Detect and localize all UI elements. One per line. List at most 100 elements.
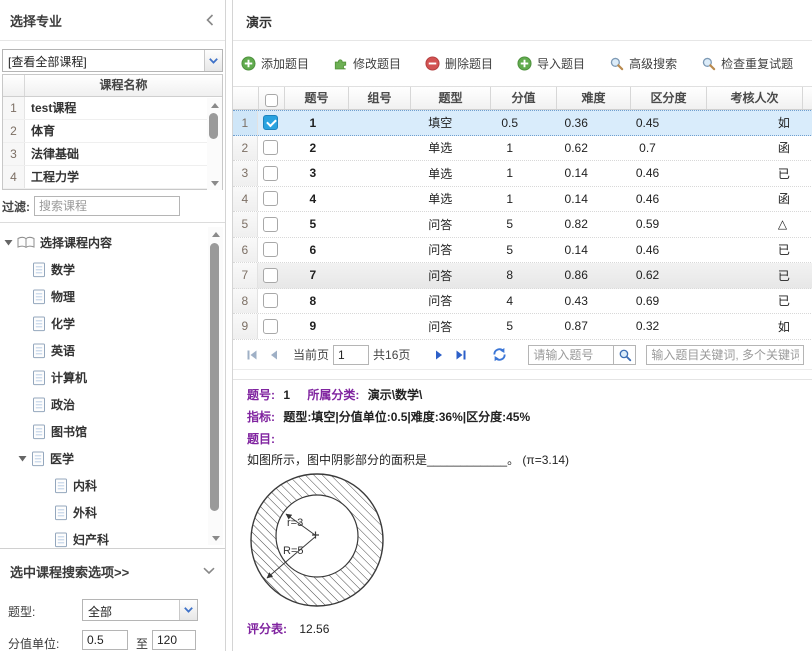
row-checkbox[interactable] (263, 242, 278, 257)
column-header-assess-count[interactable]: 考核人次 (707, 87, 803, 109)
table-row[interactable]: 9 9 问答 5 0.87 0.32 如 (233, 314, 812, 340)
column-header-score[interactable]: 分值 (491, 87, 557, 109)
page-icon (54, 532, 68, 548)
column-header-group[interactable]: 组号 (349, 87, 411, 109)
row-checkbox[interactable] (263, 166, 278, 181)
page-icon (54, 505, 68, 521)
chevron-down-icon[interactable] (179, 600, 197, 620)
row-checkbox[interactable] (263, 319, 278, 334)
table-row[interactable]: 6 6 问答 5 0.14 0.46 已 (233, 238, 812, 264)
prev-page-button[interactable] (263, 344, 285, 366)
outer-radius-label: R=5 (283, 545, 304, 557)
table-row[interactable]: 5 5 问答 5 0.82 0.59 △ (233, 212, 812, 238)
tab-title: 演示 (246, 12, 272, 31)
question-id-search-input[interactable] (528, 345, 614, 365)
delete-question-button[interactable]: 删除题目 (425, 55, 493, 72)
import-question-button[interactable]: 导入题目 (517, 55, 585, 72)
question-number-value: 1 (283, 388, 290, 402)
scrollbar-thumb[interactable] (209, 113, 218, 139)
row-checkbox[interactable] (263, 191, 278, 206)
row-checkbox[interactable] (263, 268, 278, 283)
scroll-down-icon[interactable] (208, 531, 223, 545)
first-page-button[interactable] (241, 344, 263, 366)
tree-item-surgery[interactable]: 外科 (0, 499, 200, 526)
course-row[interactable]: 1 test课程 (3, 97, 222, 120)
tree-item-library[interactable]: 图书馆 (0, 418, 200, 445)
course-name: test课程 (25, 97, 222, 119)
course-list-header[interactable]: 课程名称 (3, 75, 222, 97)
last-page-button[interactable] (450, 344, 472, 366)
tree-scrollbar[interactable] (208, 227, 223, 545)
search-button[interactable] (614, 345, 636, 365)
column-header-qid[interactable]: 题号 (285, 87, 349, 109)
filter-label: 过滤: (2, 198, 30, 215)
course-list-scrollbar[interactable] (207, 98, 222, 190)
add-question-button[interactable]: 添加题目 (241, 55, 309, 72)
course-filter-dropdown[interactable]: [查看全部课程] (2, 49, 223, 72)
scrollbar-thumb[interactable] (210, 243, 219, 511)
chevron-down-icon[interactable] (203, 567, 215, 575)
tree-expander-icon[interactable] (4, 238, 13, 247)
question-type-dropdown[interactable]: 全部 (82, 599, 198, 621)
advanced-search-button[interactable]: 高级搜索 (609, 55, 677, 72)
scroll-down-icon[interactable] (207, 176, 222, 190)
course-panel: 选择专业 [查看全部课程] 课程名称 1 test课程 2 体育 3 法律基础 (0, 0, 226, 651)
table-row[interactable]: 7 7 问答 8 0.86 0.62 已 (233, 263, 812, 289)
refresh-icon[interactable] (488, 344, 510, 366)
column-header-type[interactable]: 题型 (411, 87, 491, 109)
row-checkbox[interactable] (263, 217, 278, 232)
search-options-panel: 选中课程搜索选项>> 题型: 全部 分值单位: 至 (0, 548, 225, 651)
course-row[interactable]: 2 体育 (3, 120, 222, 143)
tree-root-node[interactable]: 选择课程内容 (0, 229, 200, 256)
scroll-up-icon[interactable] (207, 98, 222, 112)
table-row[interactable]: 8 8 问答 4 0.43 0.69 已 (233, 289, 812, 315)
pagination-bar: 当前页 共16页 (233, 340, 812, 370)
tree-item-politics[interactable]: 政治 (0, 391, 200, 418)
row-checkbox[interactable] (263, 140, 278, 155)
row-checkbox[interactable] (263, 115, 278, 130)
keyword-search-input[interactable] (646, 345, 804, 365)
score-min-input[interactable] (82, 630, 128, 650)
category-value: 演示\数学\ (368, 388, 423, 402)
course-panel-header: 选择专业 (0, 0, 225, 40)
course-row[interactable]: 4 工程力学 (3, 166, 222, 189)
question-figure: r=3 R=5 (247, 468, 397, 618)
chevron-down-icon[interactable] (204, 50, 222, 71)
column-header-difficulty[interactable]: 难度 (557, 87, 631, 109)
table-row[interactable]: 2 2 单选 1 0.62 0.7 函 (233, 136, 812, 162)
tree-item-chemistry[interactable]: 化学 (0, 310, 200, 337)
tree-item-internal-medicine[interactable]: 内科 (0, 472, 200, 499)
course-name-column-header[interactable]: 课程名称 (25, 75, 222, 96)
scroll-up-icon[interactable] (208, 227, 223, 241)
course-row[interactable]: 3 法律基础 (3, 143, 222, 166)
add-icon (517, 56, 532, 71)
check-duplicate-button[interactable]: 检查重复试题 (701, 55, 793, 72)
modify-question-button[interactable]: 修改题目 (333, 55, 401, 72)
tree-item-physics[interactable]: 物理 (0, 283, 200, 310)
table-row[interactable]: 1 1 填空 0.5 0.36 0.45 如 (233, 110, 812, 136)
tree-expander-icon[interactable] (18, 454, 27, 463)
column-header-discrimination[interactable]: 区分度 (631, 87, 707, 109)
tree-item-computer[interactable]: 计算机 (0, 364, 200, 391)
score-max-input[interactable] (152, 630, 196, 650)
search-options-header[interactable]: 选中课程搜索选项>> (0, 555, 225, 587)
table-row[interactable]: 3 3 单选 1 0.14 0.46 已 (233, 161, 812, 187)
tree-item-math[interactable]: 数学 (0, 256, 200, 283)
course-search-input[interactable] (34, 196, 180, 216)
search-icon (609, 56, 624, 71)
tree-item-obstetrics[interactable]: 妇产科 (0, 526, 200, 548)
toolbar: 添加题目 修改题目 删除题目 导入题目 高级搜索 检查重复试题 (241, 46, 793, 80)
current-page-input[interactable] (333, 345, 369, 365)
course-panel-title: 选择专业 (10, 11, 62, 30)
course-list: 课程名称 1 test课程 2 体育 3 法律基础 4 工程力学 (2, 74, 223, 190)
add-icon (241, 56, 256, 71)
next-page-button[interactable] (428, 344, 450, 366)
delete-icon (425, 56, 440, 71)
row-checkbox[interactable] (263, 293, 278, 308)
inner-radius-label: r=3 (287, 517, 303, 529)
tree-item-medicine[interactable]: 医学 (0, 445, 200, 472)
tree-item-english[interactable]: 英语 (0, 337, 200, 364)
collapse-left-icon[interactable] (205, 14, 215, 26)
select-all-checkbox[interactable] (265, 94, 278, 107)
table-row[interactable]: 4 4 单选 1 0.14 0.46 函 (233, 187, 812, 213)
